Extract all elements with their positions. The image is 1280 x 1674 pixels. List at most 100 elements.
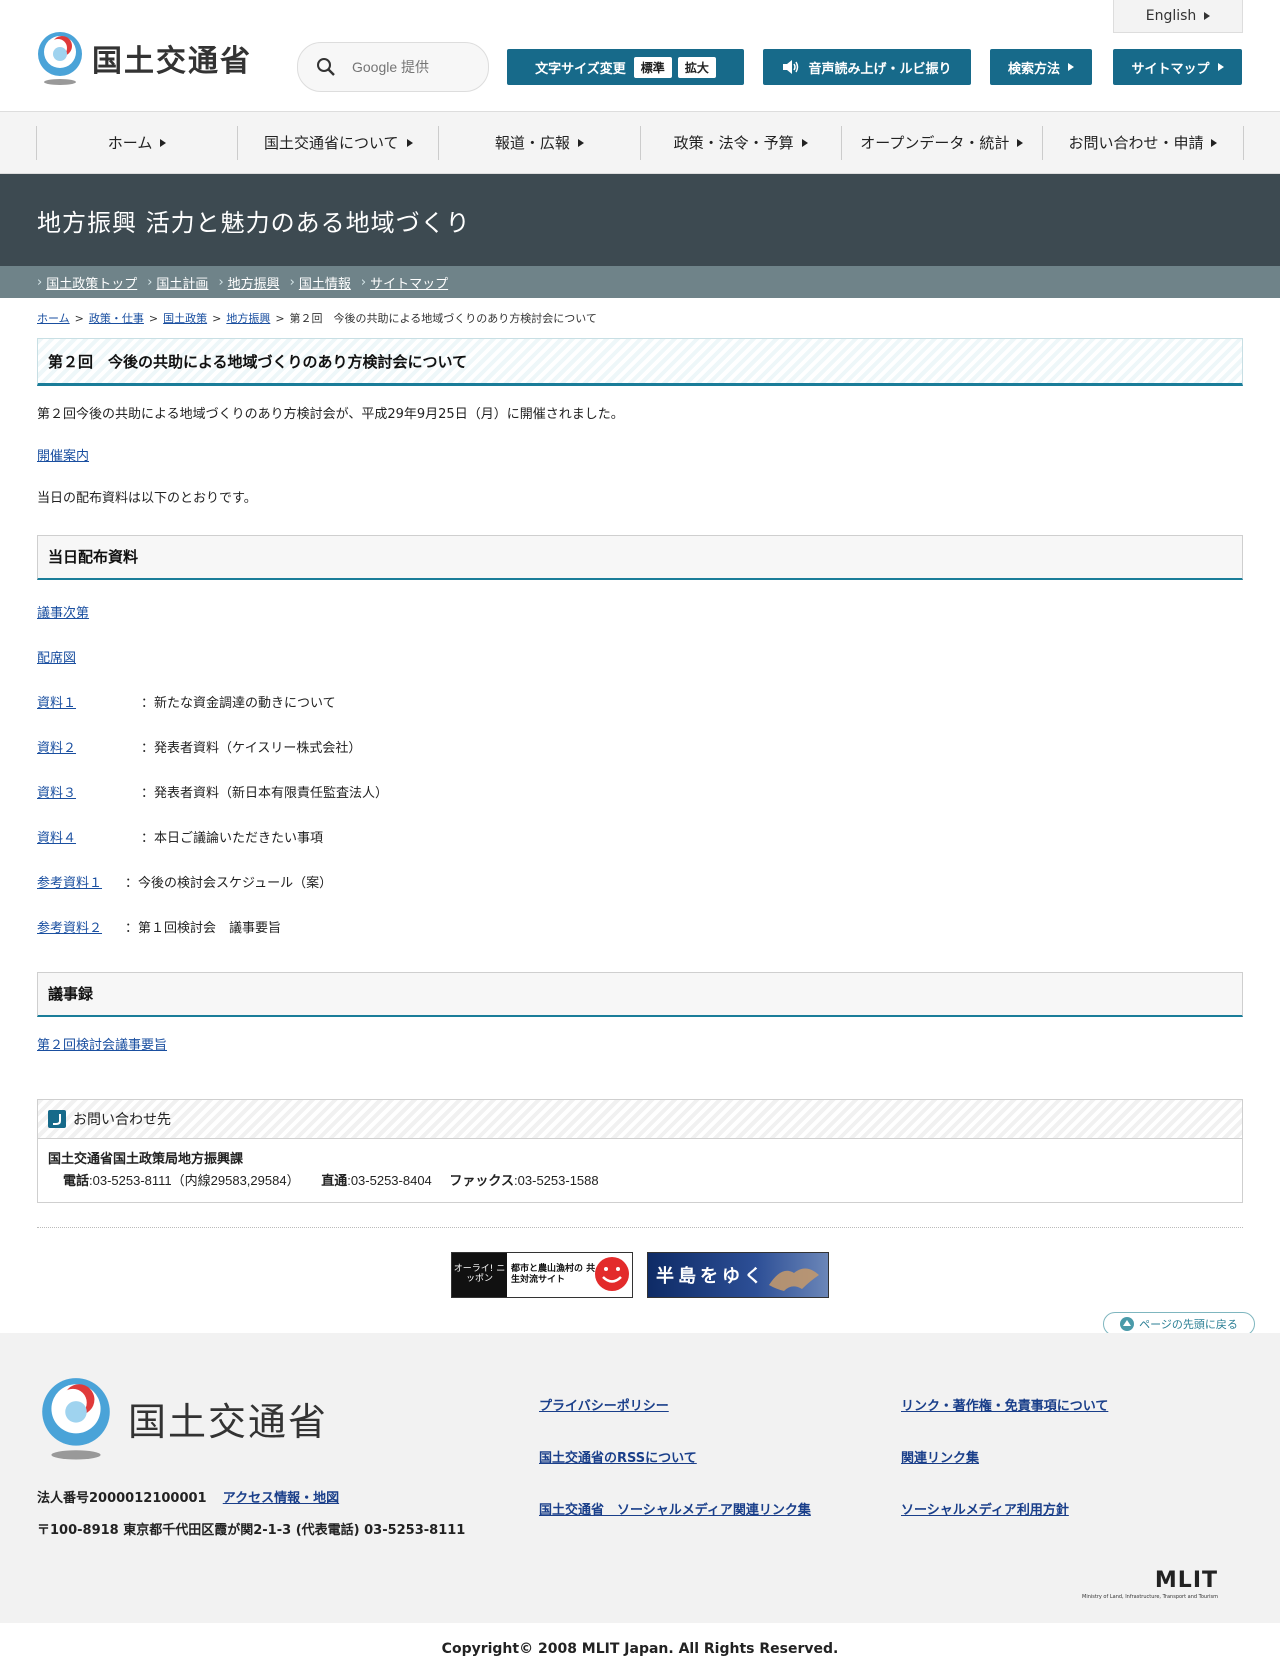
material-desc: ：発表者資料（新日本有限責任監査法人）	[141, 785, 389, 801]
search-method-button[interactable]: 検索方法	[990, 49, 1092, 85]
breadcrumb-link[interactable]: 地方振興	[226, 312, 270, 325]
subnav-item[interactable]: 国土政策トップ	[46, 273, 137, 292]
breadcrumb-link[interactable]: ホーム	[37, 312, 70, 325]
materials-intro: 当日の配布資料は以下のとおりです。	[37, 491, 257, 507]
breadcrumb-separator: >	[275, 312, 285, 325]
material-desc: ：新たな資金調達の動きについて	[141, 695, 336, 711]
subnav-item[interactable]: 国土計画	[156, 273, 208, 292]
footer-link-copyright[interactable]: リンク・著作権・免責事項について	[901, 1395, 1108, 1414]
contact-heading-text: お問い合わせ先	[73, 1111, 171, 1128]
read-aloud-button[interactable]: 音声読み上げ・ルビ振り	[763, 49, 971, 85]
nav-item-contact[interactable]: お問い合わせ・申請	[1041, 125, 1245, 160]
search-icon[interactable]	[316, 57, 336, 77]
sitemap-label: サイトマップ	[1131, 61, 1210, 77]
material-link[interactable]: 資料３	[37, 786, 76, 801]
back-to-top-label: ページの先頭に戻る	[1139, 1318, 1238, 1331]
breadcrumb-link[interactable]: 国土政策	[163, 312, 207, 325]
mlit-logo-icon	[38, 32, 82, 85]
intro-text: 第２回今後の共助による地域づくりのあり方検討会が、平成29年9月25日（月）に開…	[37, 407, 624, 422]
materials-heading: 当日配布資料	[37, 534, 1243, 580]
material-link[interactable]: 資料４	[37, 831, 76, 846]
section-title-band: 地方振興 活力と魅力のある地域づくり	[0, 174, 1280, 266]
chevron-right-icon: ›	[360, 274, 367, 290]
triangle-right-icon	[160, 138, 167, 147]
sitemap-button[interactable]: サイトマップ	[1113, 49, 1242, 85]
list-item: 資料３ ：発表者資料（新日本有限責任監査法人）	[37, 782, 1243, 801]
nav-label: 政策・法令・予算	[673, 134, 794, 152]
font-size-label: 文字サイズ変更	[535, 61, 626, 77]
contact-numbers: 電話:03-5253-8111（内線29583,29584） 直通:03-525…	[48, 1170, 1232, 1191]
global-nav: ホーム 国土交通省について 報道・広報 政策・法令・予算 オープンデータ・統計 …	[0, 112, 1280, 174]
chevron-right-icon: ›	[289, 274, 295, 290]
triangle-right-icon	[1211, 138, 1218, 147]
chevron-right-icon: ›	[37, 274, 43, 290]
page-title-text: 第２回 今後の共助による地域づくりのあり方検討会について	[48, 352, 468, 371]
subnav-item[interactable]: 地方振興	[228, 273, 280, 292]
footer-link-privacy[interactable]: プライバシーポリシー	[539, 1395, 669, 1414]
material-desc: ：本日ご議論いただきたい事項	[141, 830, 324, 846]
breadcrumb-link[interactable]: 政策・仕事	[89, 312, 144, 325]
site-logo[interactable]: 国土交通省	[36, 30, 252, 86]
material-link[interactable]: 参考資料２	[37, 921, 102, 936]
logo-text: 国土交通省	[92, 44, 252, 79]
footer-link-rss[interactable]: 国土交通省のRSSについて	[539, 1447, 697, 1466]
tel-label: 電話	[63, 1173, 90, 1189]
banner-ohrai-nippon[interactable]: オーライ! ニッポン 都市と農山漁村の 共生対流サイト	[451, 1251, 633, 1298]
fax-value: :03-5253-1588	[514, 1173, 599, 1189]
nav-label: オープンデータ・統計	[860, 134, 1010, 152]
list-item: 資料１ ：新たな資金調達の動きについて	[37, 692, 1243, 711]
section-subnav: › 国土政策トップ › 国土計画 › 地方振興 › 国土情報 › サイトマップ	[0, 266, 1280, 298]
banner-hanto[interactable]: 半島をゆく	[647, 1251, 829, 1298]
material-link[interactable]: 議事次第	[37, 602, 89, 621]
triangle-right-icon	[801, 138, 808, 147]
breadcrumb: ホーム > 政策・仕事 > 国土政策 > 地方振興 > 第２回 今後の共助による地域づくりのあり…	[0, 298, 1280, 326]
banner-area: オーライ! ニッポン 都市と農山漁村の 共生対流サイト 半島をゆく	[37, 1251, 1243, 1298]
divider	[37, 1226, 1243, 1228]
font-size-standard-button[interactable]: 標準	[633, 56, 672, 78]
contact-heading: お問い合わせ先	[38, 1099, 1242, 1139]
nav-item-press[interactable]: 報道・広報	[438, 125, 639, 160]
material-link[interactable]: 資料２	[37, 741, 76, 756]
minutes-link[interactable]: 第２回検討会議事要旨	[37, 1038, 167, 1053]
access-link[interactable]: アクセス情報・地図	[223, 1491, 339, 1506]
page-title: 第２回 今後の共助による地域づくりのあり方検討会について	[37, 338, 1243, 386]
main-content: 第２回 今後の共助による地域づくりのあり方検討会について 第２回今後の共助による…	[0, 338, 1280, 1298]
guide-link[interactable]: 開催案内	[37, 449, 89, 464]
search-method-label: 検索方法	[1007, 61, 1060, 77]
mlit-text: MLIT	[1154, 1568, 1219, 1593]
nav-label: ホーム	[107, 134, 153, 152]
nav-label: 国土交通省について	[263, 134, 399, 152]
search-input[interactable]	[350, 58, 474, 76]
smile-icon	[595, 1256, 629, 1291]
triangle-right-icon	[1017, 138, 1024, 147]
peninsula-icon	[769, 1268, 819, 1291]
nav-item-policy[interactable]: 政策・法令・予算	[639, 125, 841, 160]
mlit-subtext: Ministry of Land, Infrastructure, Transp…	[1082, 1594, 1219, 1600]
material-link[interactable]: 参考資料１	[37, 876, 102, 891]
footer-address: 〒100-8918 東京都千代田区霞が関2-1-3 (代表電話) 03-5253…	[37, 1523, 466, 1538]
footer-link-social-policy[interactable]: ソーシャルメディア利用方針	[901, 1499, 1069, 1518]
footer-link-related[interactable]: 関連リンク集	[901, 1447, 979, 1466]
english-button[interactable]: English	[1113, 0, 1243, 33]
material-link[interactable]: 資料１	[37, 696, 76, 711]
copyright: Copyright© 2008 MLIT Japan. All Rights R…	[0, 1623, 1280, 1674]
speaker-icon	[783, 60, 799, 74]
mlit-logo-icon	[42, 1378, 110, 1460]
list-item: 資料２ ：発表者資料（ケイスリー株式会社）	[37, 737, 1243, 756]
subnav-item[interactable]: サイトマップ	[370, 273, 448, 292]
nav-item-opendata[interactable]: オープンデータ・統計	[840, 125, 1042, 160]
nav-item-about[interactable]: 国土交通省について	[237, 125, 438, 160]
materials-list: 議事次第 配席図 資料１ ：新たな資金調達の動きについて 資料２ ：発表者資料（…	[37, 602, 1243, 936]
search-box[interactable]	[297, 42, 489, 92]
font-size-large-button[interactable]: 拡大	[677, 56, 716, 78]
material-link[interactable]: 配席図	[37, 647, 76, 666]
subnav-item[interactable]: 国土情報	[299, 273, 351, 292]
list-item: 参考資料２ ：第１回検討会 議事要旨	[37, 917, 1243, 936]
list-item: 配席図	[37, 647, 1243, 666]
copyright-text: Copyright© 2008 MLIT Japan. All Rights R…	[441, 1640, 839, 1657]
nav-item-home[interactable]: ホーム	[36, 125, 237, 160]
contact-body: 国土交通省国土政策局地方振興課 電話:03-5253-8111（内線29583,…	[38, 1139, 1242, 1202]
breadcrumb-separator: >	[74, 312, 84, 325]
footer-link-social-links[interactable]: 国土交通省 ソーシャルメディア関連リンク集	[539, 1499, 811, 1518]
footer-logo[interactable]: 国土交通省	[38, 1375, 328, 1461]
